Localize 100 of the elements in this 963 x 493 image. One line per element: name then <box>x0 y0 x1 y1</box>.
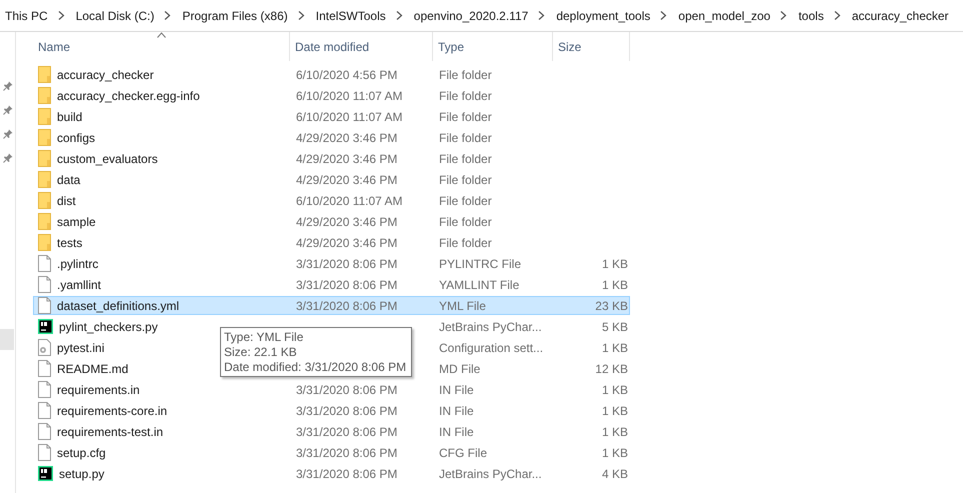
file-name[interactable]: custom_evaluators <box>57 152 158 166</box>
pycharm-icon <box>38 466 53 481</box>
breadcrumb-item[interactable]: accuracy_checker <box>852 8 954 22</box>
file-icon <box>38 444 51 461</box>
pin-icon[interactable] <box>2 81 12 91</box>
file-name[interactable]: README.md <box>57 362 128 376</box>
tooltip-line: Type: YML File <box>224 330 304 344</box>
file-size: 1 KB <box>600 278 629 292</box>
column-header[interactable]: Date modified <box>290 32 433 61</box>
column-header[interactable]: Size <box>553 32 630 61</box>
date-modified: 3/31/2020 8:06 PM <box>295 446 398 460</box>
column-header[interactable]: Name <box>33 32 290 61</box>
file-size: 1 KB <box>600 404 629 418</box>
folder-icon <box>38 108 51 125</box>
folder-icon <box>38 66 51 83</box>
breadcrumb-item[interactable]: Local Disk (C:) <box>76 8 160 22</box>
pin-icon[interactable] <box>2 153 12 163</box>
sort-caret-icon <box>157 32 166 38</box>
file-type: CFG File <box>438 446 488 460</box>
breadcrumb-item[interactable]: IntelSWTools <box>316 8 391 22</box>
file-name[interactable]: accuracy_checker.egg-info <box>57 88 200 102</box>
file-name[interactable]: accuracy_checker <box>57 68 154 82</box>
file-type: YML File <box>438 298 487 312</box>
pin-icon[interactable] <box>2 105 12 115</box>
breadcrumb-item[interactable]: openvino_2020.2.117 <box>414 8 534 22</box>
file-size: 12 KB <box>594 362 629 376</box>
date-modified: 3/31/2020 8:06 PM <box>295 256 398 270</box>
file-type: File folder <box>438 110 493 124</box>
file-icon <box>38 297 51 314</box>
date-modified: 6/10/2020 4:56 PM <box>295 68 398 82</box>
date-modified: 3/31/2020 8:06 PM <box>295 278 398 292</box>
file-name[interactable]: dataset_definitions.yml <box>57 298 180 312</box>
date-modified: 6/10/2020 11:07 AM <box>295 110 404 124</box>
date-modified: 6/10/2020 11:07 AM <box>295 194 404 208</box>
file-name[interactable]: requirements-test.in <box>57 424 164 438</box>
file-type: IN File <box>438 382 475 396</box>
file-icon <box>38 402 51 419</box>
pycharm-icon <box>38 319 53 334</box>
tooltip-line: Size: 22.1 KB <box>224 345 298 359</box>
folder-icon <box>38 192 51 209</box>
settings-file-icon <box>38 339 51 356</box>
file-name[interactable]: sample <box>57 214 96 228</box>
date-modified: 4/29/2020 3:46 PM <box>295 152 398 166</box>
file-icon <box>38 381 51 398</box>
chevron-icon[interactable] <box>164 11 172 20</box>
folder-icon <box>38 234 51 251</box>
file-type: JetBrains PyChar... <box>438 466 543 480</box>
file-size: 4 KB <box>600 466 629 480</box>
file-size: 5 KB <box>600 320 629 334</box>
folder-icon <box>38 171 51 188</box>
chevron-icon[interactable] <box>538 11 546 20</box>
date-modified: 3/31/2020 8:06 PM <box>295 404 398 418</box>
breadcrumb-item[interactable]: Program Files (x86) <box>182 8 293 22</box>
file-name[interactable]: configs <box>57 130 96 144</box>
folder-icon <box>38 150 51 167</box>
folder-icon <box>38 129 51 146</box>
file-name[interactable]: build <box>57 110 82 124</box>
date-modified: 4/29/2020 3:46 PM <box>295 214 398 228</box>
chevron-icon[interactable] <box>298 11 305 20</box>
breadcrumb-item[interactable]: This PC <box>5 8 53 22</box>
file-type: YAMLLINT File <box>438 278 520 292</box>
date-modified: 3/31/2020 8:06 PM <box>295 424 398 438</box>
file-icon <box>38 423 51 440</box>
chevron-icon[interactable] <box>58 11 65 20</box>
file-name[interactable]: pytest.ini <box>57 340 104 354</box>
file-name[interactable]: tests <box>57 236 82 250</box>
file-name[interactable]: .pylintrc <box>57 256 98 270</box>
file-name[interactable]: dist <box>57 194 76 208</box>
file-type: File folder <box>438 214 493 228</box>
file-name[interactable]: requirements.in <box>57 382 140 396</box>
file-type: PYLINTRC File <box>438 256 522 270</box>
breadcrumb-item[interactable]: tools <box>798 8 829 22</box>
column-header[interactable]: Type <box>433 32 553 61</box>
file-name[interactable]: .yamllint <box>57 278 102 292</box>
date-modified: 4/29/2020 3:46 PM <box>295 236 398 250</box>
file-size: 1 KB <box>600 256 629 270</box>
chevron-icon[interactable] <box>834 11 841 20</box>
pin-icon[interactable] <box>2 129 12 139</box>
date-modified: 3/31/2020 8:06 PM <box>295 298 398 312</box>
file-name[interactable]: data <box>57 172 80 186</box>
file-size: 1 KB <box>600 340 629 354</box>
file-name[interactable]: requirements-core.in <box>57 404 168 418</box>
file-size: 23 KB <box>594 298 629 312</box>
folder-icon <box>38 213 51 230</box>
file-type: File folder <box>438 172 493 186</box>
file-type: File folder <box>438 152 493 166</box>
chevron-icon[interactable] <box>660 11 668 20</box>
file-name[interactable]: pylint_checkers.py <box>59 320 158 334</box>
file-type: File folder <box>438 236 493 250</box>
selected-file-row[interactable]: dataset_definitions.yml 3/31/2020 8:06 PM YML File 23 KB <box>33 296 630 315</box>
chevron-icon[interactable] <box>780 11 788 20</box>
breadcrumb-item[interactable]: deployment_tools <box>556 8 656 22</box>
file-type: File folder <box>438 68 493 82</box>
breadcrumb-item[interactable]: open_model_zoo <box>678 8 776 22</box>
chevron-icon[interactable] <box>396 11 403 20</box>
file-size: 1 KB <box>600 424 629 438</box>
date-modified: 4/29/2020 3:46 PM <box>295 130 398 144</box>
file-type: IN File <box>438 424 475 438</box>
file-name[interactable]: setup.cfg <box>57 446 106 460</box>
file-name[interactable]: setup.py <box>59 466 104 480</box>
